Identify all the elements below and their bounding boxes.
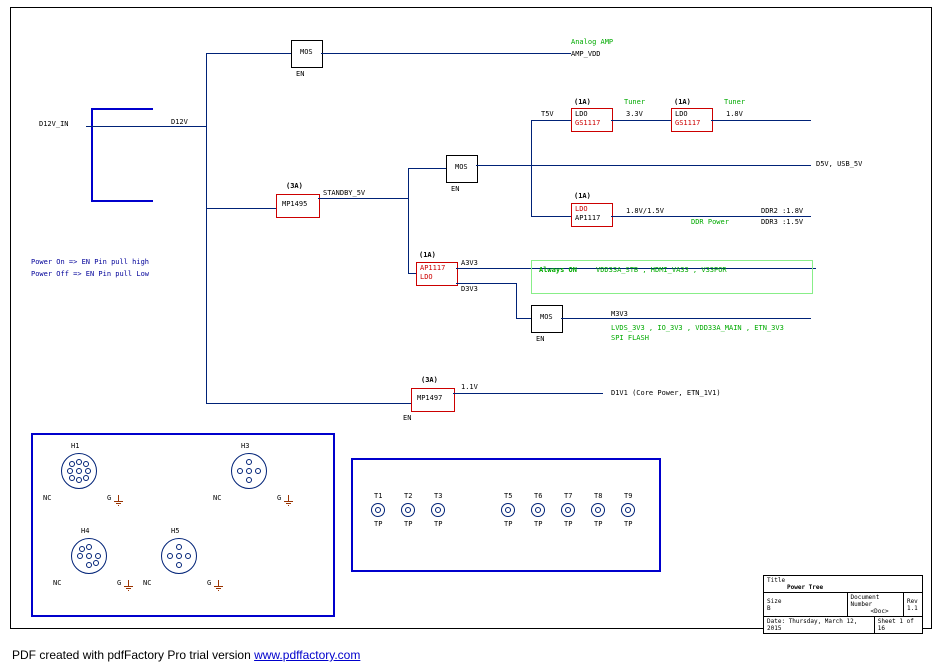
conn-h1 xyxy=(61,453,97,489)
tp-t1 xyxy=(371,503,385,517)
footer: PDF created with pdfFactory Pro trial ve… xyxy=(12,648,360,662)
note-power-off: Power Off => EN Pin pull Low xyxy=(31,270,149,278)
tp-t2 xyxy=(401,503,415,517)
tp-t7 xyxy=(561,503,575,517)
pdffactory-link[interactable]: www.pdffactory.com xyxy=(254,648,360,662)
ldo-ap1117-ddr: LDO AP1117 xyxy=(571,203,613,227)
conn-h4 xyxy=(71,538,107,574)
d1v1: D1V1 (Core Power, ETN_1V1) xyxy=(611,389,721,397)
schematic-sheet: D12V_IN D12V MOS EN Analog AMP AMP_VDD (… xyxy=(10,7,932,629)
d5v-usb: D5V, USB_5V xyxy=(816,160,862,168)
mos-block-3v3: MOS xyxy=(531,305,563,333)
tp-t9 xyxy=(621,503,635,517)
conn-h3 xyxy=(231,453,267,489)
amp-vdd: AMP_VDD xyxy=(571,50,601,58)
ldo-gs1117-33: LDO GS1117 xyxy=(571,108,613,132)
mos-block-5v: MOS xyxy=(446,155,478,183)
tp-t5 xyxy=(501,503,515,517)
ap1117-block: AP1117 LDO xyxy=(416,262,458,286)
analog-amp: Analog AMP xyxy=(571,38,613,46)
d12v-label: D12V xyxy=(171,118,188,126)
tp-t6 xyxy=(531,503,545,517)
conn-h5 xyxy=(161,538,197,574)
title-block: TitlePower Tree SizeB Document Number<Do… xyxy=(763,575,923,634)
tp-t3 xyxy=(431,503,445,517)
note-power-on: Power On => EN Pin pull high xyxy=(31,258,149,266)
m3v3: M3V3 xyxy=(611,310,628,318)
mos-block-amp: MOS xyxy=(291,40,323,68)
d12v-in-label: D12V_IN xyxy=(39,120,69,128)
mp1495-block: MP1495 xyxy=(276,194,320,218)
mp1497-block: MP1497 xyxy=(411,388,455,412)
tp-t8 xyxy=(591,503,605,517)
input-bracket xyxy=(91,108,153,202)
ldo-gs1117-18: LDO GS1117 xyxy=(671,108,713,132)
